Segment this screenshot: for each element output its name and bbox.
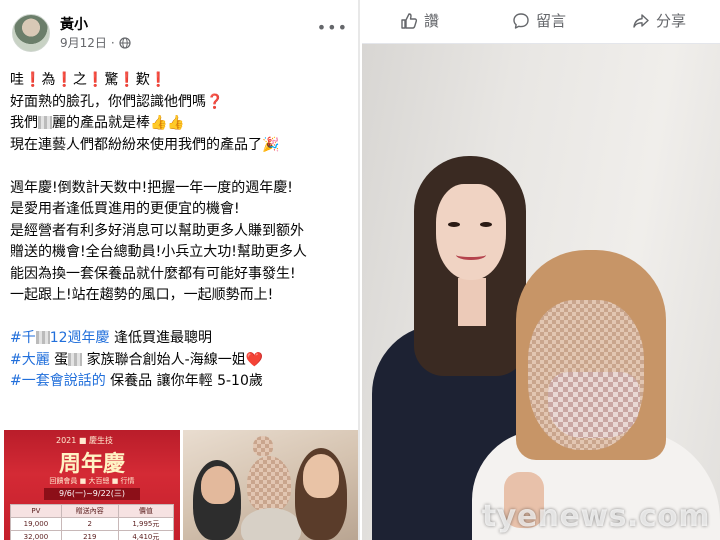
watermark: tyenews.com bbox=[481, 499, 710, 534]
right-post-panel: 讚 留言 分享 tyenews.com bbox=[362, 0, 720, 540]
redaction-blur bbox=[68, 352, 83, 366]
post-para2-line: 贈送的機會!全台總動員!小兵立大功!幫助更多人 bbox=[10, 244, 307, 260]
globe-icon bbox=[119, 36, 131, 49]
promo-table: PV 贈送內容 價值 19,000 2 1,995元 32,000 219 4,… bbox=[10, 504, 175, 540]
more-horizontal-icon[interactable]: ••• bbox=[317, 18, 348, 37]
post-para2-line: 能因為換一套保養品就什麼都有可能好事發生! bbox=[10, 265, 296, 282]
author-name[interactable]: 黃小 bbox=[60, 14, 88, 34]
post-meta: 9月12日 · bbox=[60, 34, 131, 51]
hashtag-link[interactable]: #千 bbox=[10, 330, 36, 346]
redaction-blur bbox=[35, 331, 50, 344]
person-silhouette bbox=[241, 508, 301, 540]
hashtag-line-1: #千 12週年慶 逢低買進最聰明 bbox=[10, 330, 213, 346]
post-para2-line: 週年慶!倒数計天数中!把握一年一度的週年慶! bbox=[10, 179, 293, 196]
post-line-2: 好面熟的臉孔，你們認識他們嗎❓ bbox=[10, 93, 224, 110]
share-button[interactable]: 分享 bbox=[632, 10, 686, 31]
post-para2-line: 一起跟上!站在趨勢的風口，一起顺勢而上! bbox=[10, 287, 274, 303]
comment-icon bbox=[513, 12, 529, 29]
post-date[interactable]: 9月12日 bbox=[60, 34, 107, 51]
like-button[interactable]: 讚 bbox=[400, 10, 439, 31]
post-text: 哇❗為❗之❗驚❗歎❗ 好面熟的臉孔，你們認識他們嗎❓ 我們 麗的產品就是棒👍👍 現… bbox=[10, 70, 355, 393]
person-face bbox=[303, 454, 339, 498]
post-line-3: 我們 麗的產品就是棒👍👍 bbox=[10, 115, 185, 131]
face-mask bbox=[548, 372, 640, 438]
table-row: 19,000 2 1,995元 bbox=[10, 517, 175, 531]
promo-thumbnail[interactable]: 2021 ■ 慶生技 周年慶 回饋會員 ■ 大百總 ■ 行情 9/6(一)~9/… bbox=[4, 430, 180, 540]
table-row: 32,000 219 4,410元 bbox=[10, 530, 175, 540]
promo-badge: 2021 ■ 慶生技 bbox=[56, 436, 114, 445]
post-line-4: 現在連藝人們都紛紛來使用我們的產品了🎉 bbox=[10, 136, 280, 153]
person-face bbox=[436, 184, 506, 280]
hashtag-line-2: #大麗 蛋 家族聯合創始人-海線一姐❤️ bbox=[10, 351, 264, 368]
share-icon bbox=[633, 13, 649, 28]
person-face bbox=[201, 466, 235, 504]
post-photo[interactable]: tyenews.com bbox=[362, 44, 720, 540]
avatar[interactable] bbox=[12, 14, 50, 52]
post-header: 黃小 9月12日 · ••• bbox=[8, 10, 358, 60]
comment-button[interactable]: 留言 bbox=[512, 10, 566, 31]
hashtag-link[interactable]: 12週年慶 bbox=[50, 330, 110, 346]
mosaic-blur bbox=[253, 436, 273, 456]
group-photo-thumbnail[interactable] bbox=[183, 430, 358, 540]
post-action-bar: 讚 留言 分享 bbox=[362, 0, 720, 44]
hashtag-line-3: #一套會說話的 保養品 讓你年輕 5-10歲 bbox=[10, 373, 263, 389]
redaction-blur bbox=[38, 116, 52, 129]
promo-dates: 9/6(一)~9/22(三) bbox=[44, 488, 140, 500]
promo-title: 周年慶 bbox=[58, 452, 125, 477]
hashtag-link[interactable]: #大麗 bbox=[10, 352, 50, 368]
left-post-panel: 黃小 9月12日 · ••• 哇❗為❗之❗驚❗歎❗ 好面熟的臉孔，你們認識他們嗎… bbox=[0, 0, 360, 540]
post-line-1: 哇❗為❗之❗驚❗歎❗ bbox=[10, 72, 168, 88]
post-para2-line: 是經營者有利多好消息可以幫助更多人賺到额外 bbox=[10, 222, 304, 239]
thumbs-up-icon bbox=[401, 12, 418, 29]
post-para2-line: 是愛用者逢低買進用的更便宜的機會! bbox=[10, 201, 240, 217]
mosaic-blur bbox=[247, 456, 291, 512]
hashtag-link[interactable]: #一套會說話的 bbox=[10, 373, 106, 389]
promo-subtitle: 回饋會員 ■ 大百總 ■ 行情 bbox=[49, 477, 135, 485]
